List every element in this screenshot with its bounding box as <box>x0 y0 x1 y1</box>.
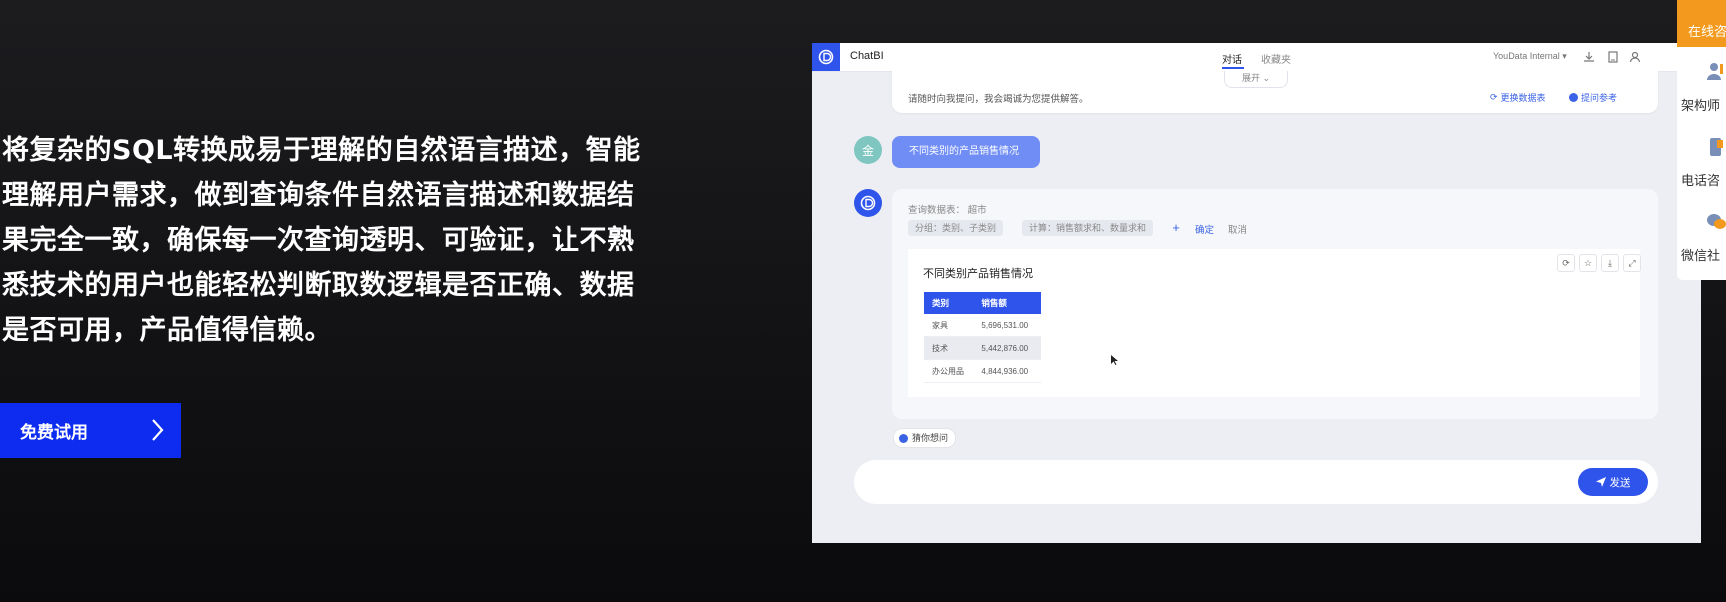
result-toolbar: ⟳ ☆ ⤓ ⤢ <box>1557 254 1641 272</box>
table-cell: 5,696,531.00 <box>973 314 1041 337</box>
phone-icon <box>1710 138 1723 156</box>
intro-text: 请随时向我提问，我会竭诚为您提供解答。 <box>908 94 1089 105</box>
expand-label: 展开 <box>1241 73 1260 83</box>
column-header: 类别 <box>924 292 974 314</box>
table-cell: 家具 <box>924 314 974 337</box>
phone-consult-button[interactable]: 电话咨 <box>1677 130 1726 200</box>
change-table-link[interactable]: ⟳ 更换数据表 <box>1490 91 1546 104</box>
hero-line: 悉技术的用户也能轻松判断取数逻辑是否正确、数据 <box>2 270 635 301</box>
user-avatar: 金 <box>854 136 882 164</box>
wechat-icon <box>1707 214 1726 229</box>
table-row: 技术 5,442,876.00 <box>924 336 1041 360</box>
architect-icon <box>1707 63 1723 80</box>
expand-button[interactable]: 展开 ⌄ <box>1224 71 1288 88</box>
compute-chip[interactable]: 计算：销售额求和、数量求和 <box>1022 220 1154 236</box>
online-consult-label: 在线咨 <box>1688 25 1726 40</box>
app-header: ChatBI 对话 收藏夹 YouData Internal ▾ <box>812 43 1701 72</box>
hero-line: 将复杂的SQL转换成易于理解的自然语言描述，智能 <box>2 135 641 166</box>
reference-icon <box>1569 93 1578 102</box>
suggest-label: 猜你想问 <box>912 433 949 443</box>
tab-favorites[interactable]: 收藏夹 <box>1261 51 1291 66</box>
hero-line: 理解用户需求，做到查询条件自然语言描述和数据结 <box>2 180 635 211</box>
table-cell: 5,442,876.00 <box>973 336 1041 360</box>
wechat-label: 微信社 <box>1681 249 1721 264</box>
contact-side-panel: 在线咨 架构师 电话咨 微信社 <box>1677 0 1726 280</box>
tab-chat[interactable]: 对话 <box>1222 51 1242 66</box>
change-table-label: 更换数据表 <box>1500 93 1546 103</box>
cancel-button[interactable]: 取消 <box>1228 222 1247 236</box>
table-cell: 办公用品 <box>924 359 974 383</box>
user-question-bubble: 不同类别的产品销售情况 <box>892 136 1040 168</box>
suggest-questions-button[interactable]: 猜你想问 <box>893 428 957 448</box>
table-cell: 技术 <box>924 336 974 360</box>
ask-reference-label: 提问参考 <box>1581 93 1618 103</box>
send-icon <box>1595 477 1606 487</box>
refresh-icon[interactable]: ⟳ <box>1557 254 1575 272</box>
confirm-button[interactable]: 确定 <box>1195 222 1214 236</box>
workspace-name: YouData Internal <box>1493 51 1560 61</box>
app-title: ChatBI <box>850 50 884 62</box>
hero-line: 果完全一致，确保每一次查询透明、可验证，让不熟 <box>2 225 635 256</box>
chatbi-app-window: ChatBI 对话 收藏夹 YouData Internal ▾ 展开 ⌄ 请随… <box>812 43 1701 543</box>
bot-avatar-icon <box>854 189 882 217</box>
download-icon[interactable]: ⤓ <box>1601 254 1619 272</box>
hero-line: 是否可用，产品值得信赖。 <box>2 315 332 346</box>
architect-label: 架构师 <box>1681 99 1721 114</box>
ask-reference-link[interactable]: 提问参考 <box>1569 91 1617 104</box>
column-header: 销售额 <box>973 292 1041 314</box>
wechat-community-button[interactable]: 微信社 <box>1677 205 1726 275</box>
mouse-cursor-icon <box>1111 355 1118 365</box>
suggest-icon <box>899 433 908 443</box>
table-cell: 4,844,936.00 <box>973 359 1041 383</box>
app-logo-icon <box>812 43 840 71</box>
fullscreen-icon[interactable]: ⤢ <box>1623 254 1641 272</box>
chevron-right-icon <box>152 419 164 441</box>
table-row: 家具 5,696,531.00 <box>924 314 1041 337</box>
star-icon[interactable]: ☆ <box>1579 254 1597 272</box>
refresh-icon: ⟳ <box>1490 92 1498 102</box>
free-trial-label: 免费试用 <box>20 423 88 443</box>
architect-consult-button[interactable]: 架构师 <box>1677 55 1726 125</box>
book-icon[interactable] <box>1606 50 1620 64</box>
user-icon[interactable] <box>1628 50 1642 64</box>
add-condition-button[interactable]: + <box>1168 220 1184 236</box>
phone-label: 电话咨 <box>1681 174 1721 189</box>
download-icon[interactable] <box>1582 50 1596 64</box>
table-row: 办公用品 4,844,936.00 <box>924 359 1041 383</box>
hero-description: 将复杂的SQL转换成易于理解的自然语言描述，智能 理解用户需求，做到查询条件自然… <box>2 128 702 353</box>
send-label: 发送 <box>1609 476 1631 489</box>
active-tab-indicator <box>1222 67 1244 69</box>
query-table-text: 查询数据表： 超市 <box>908 205 987 216</box>
group-chip[interactable]: 分组：类别、子类别 <box>908 220 1004 236</box>
chat-input[interactable] <box>854 460 1658 504</box>
free-trial-button[interactable]: 免费试用 <box>0 403 181 458</box>
workspace-selector[interactable]: YouData Internal ▾ <box>1493 51 1567 62</box>
result-table: 类别 销售额 家具 5,696,531.00 技术 5,442,876.00 办… <box>924 292 1041 383</box>
result-title: 不同类别产品销售情况 <box>923 268 1033 280</box>
table-header-row: 类别 销售额 <box>924 292 1041 314</box>
send-button[interactable]: 发送 <box>1578 468 1648 496</box>
online-consult-button[interactable]: 在线咨 <box>1677 0 1726 47</box>
